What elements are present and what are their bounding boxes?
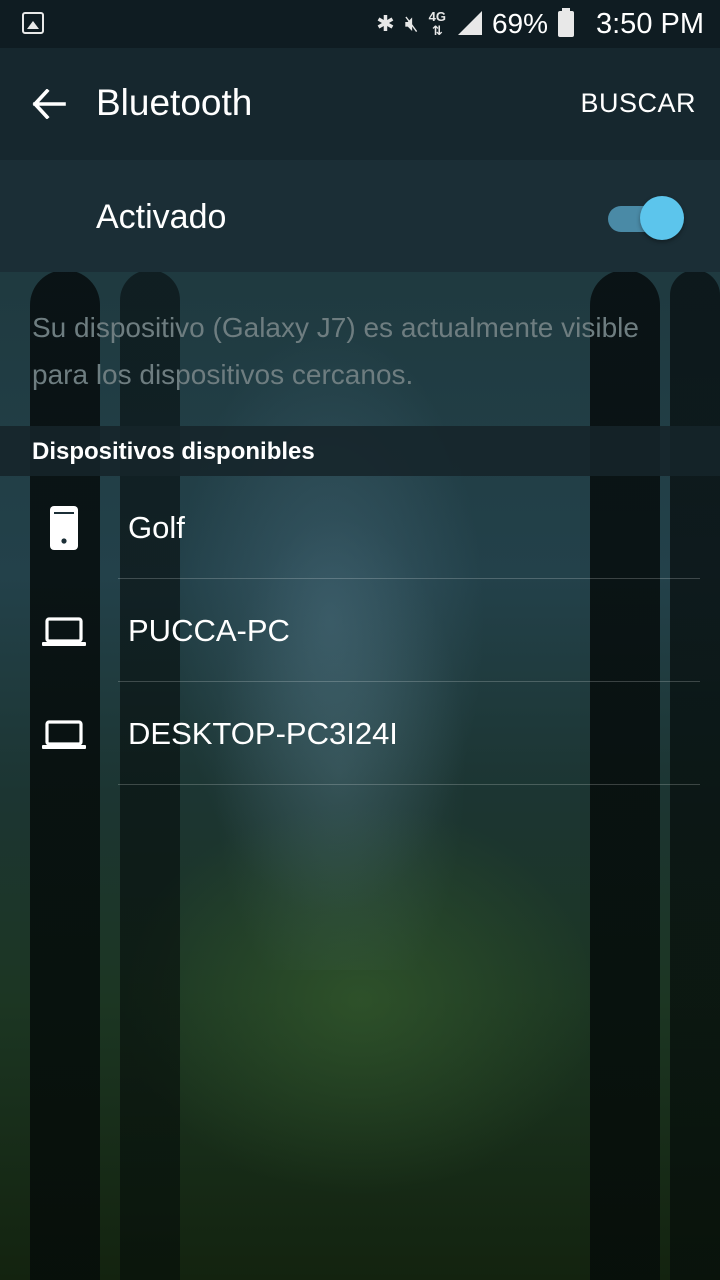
screen: ✱ 🔇︎ 4G ⇅ 69% 3:50 PM Bluetooth BUSCAR Ac… xyxy=(0,0,720,1280)
laptop-icon xyxy=(42,617,86,646)
phone-icon xyxy=(50,506,78,550)
device-item-pucca-pc[interactable]: PUCCA-PC xyxy=(0,579,720,682)
battery-percent: 69% xyxy=(491,8,548,39)
device-name: Golf xyxy=(128,510,185,545)
toolbar: Bluetooth BUSCAR xyxy=(0,48,720,160)
back-button[interactable] xyxy=(22,76,76,132)
signal-icon xyxy=(456,11,482,37)
section-header-label: Dispositivos disponibles xyxy=(32,438,315,465)
status-bar: ✱ 🔇︎ 4G ⇅ 69% 3:50 PM xyxy=(0,0,720,48)
device-name: DESKTOP-PC3I24I xyxy=(128,716,398,751)
clock: 3:50 PM xyxy=(596,7,704,40)
laptop-icon xyxy=(42,720,86,749)
device-item-golf[interactable]: Golf xyxy=(0,476,720,579)
battery-icon xyxy=(558,8,574,37)
device-item-desktop-pc3i24i[interactable]: DESKTOP-PC3I24I xyxy=(0,682,720,785)
switch-thumb xyxy=(640,196,684,240)
bluetooth-toggle-row[interactable]: Activado xyxy=(0,160,720,272)
4g-icon: 4G ⇅ xyxy=(428,9,446,38)
page-title: Bluetooth xyxy=(96,82,253,123)
mute-icon: 🔇︎ xyxy=(404,11,419,36)
arrow-left-icon xyxy=(32,89,66,119)
bluetooth-switch[interactable] xyxy=(608,196,684,240)
toggle-label: Activado xyxy=(96,198,227,236)
status-icons: ✱ 🔇︎ 4G ⇅ 69% 3:50 PM xyxy=(376,0,704,48)
divider xyxy=(118,784,700,785)
visibility-description: Su dispositivo (Galaxy J7) es actualment… xyxy=(32,312,639,390)
device-name: PUCCA-PC xyxy=(128,613,290,648)
search-button[interactable]: BUSCAR xyxy=(580,88,696,119)
image-notification-icon xyxy=(22,12,44,34)
bluetooth-icon: ✱ xyxy=(376,11,395,36)
section-header: Dispositivos disponibles xyxy=(0,426,720,476)
